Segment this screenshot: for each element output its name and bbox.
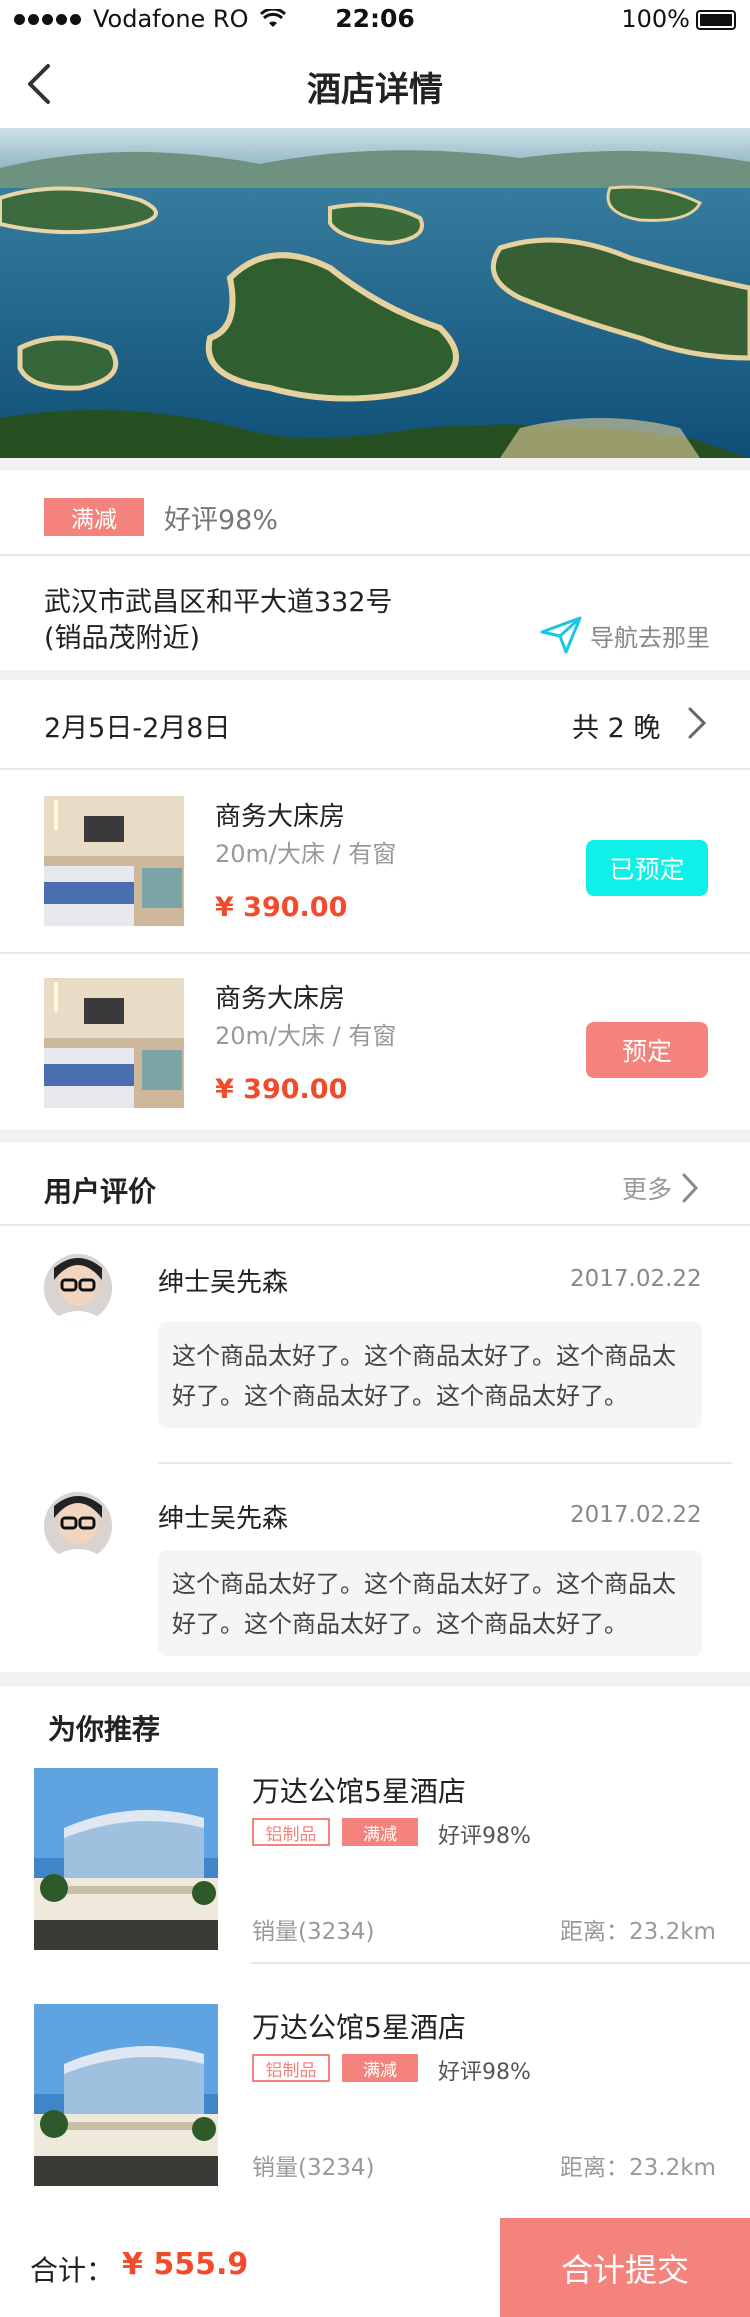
stay-dates: 2月5日-2月8日: [44, 713, 231, 744]
navigate-label: 导航去那里: [590, 623, 710, 652]
battery-icon: [696, 10, 736, 30]
hotel-hero-image: [0, 128, 750, 458]
review-date: 2017.02.22: [570, 1502, 702, 1528]
reviews-section: 用户评价 更多 绅士吴先森 2017.02.22 这个商品太好了。这个商品太好了…: [0, 1142, 750, 1672]
date-selector[interactable]: 2月5日-2月8日 共 2 晚: [0, 680, 750, 768]
promo-tag: 满减: [342, 1818, 418, 1846]
recommend-item[interactable]: 万达公馆5星酒店 铝制品 满减 好评98% 销量(3234) 距离：23.2km: [0, 1768, 750, 1968]
room-spec: 20m/大床 / 有窗: [215, 1022, 397, 1050]
navigate-button[interactable]: 导航去那里: [540, 616, 710, 654]
room-name: 商务大床房: [215, 802, 346, 832]
avatar: [44, 1492, 112, 1560]
room-item[interactable]: 商务大床房 20m/大床 / 有窗 ¥ 390.00 预定: [0, 954, 750, 1130]
total-value: ¥ 555.9: [122, 2247, 249, 2282]
tag-outline: 铝制品: [252, 2054, 330, 2082]
night-count: 共 2 晚: [572, 713, 661, 744]
review-text: 这个商品太好了。这个商品太好了。这个商品太好了。这个商品太好了。这个商品太好了。: [158, 1550, 702, 1656]
hotel-address-landmark: (销品茂附近): [44, 623, 201, 654]
reviewer-name: 绅士吴先森: [158, 1268, 289, 1298]
room-name: 商务大床房: [215, 984, 346, 1014]
distance: 距离：23.2km: [560, 2155, 716, 2181]
sales-count: 销量(3234): [252, 2155, 375, 2181]
hotel-thumbnail: [34, 1768, 218, 1950]
sales-count: 销量(3234): [252, 1919, 375, 1945]
hotel-thumbnail: [34, 2004, 218, 2186]
booked-button[interactable]: 已预定: [586, 840, 708, 896]
status-bar: Vodafone RO 22:06 100%: [0, 0, 750, 40]
more-reviews-link[interactable]: 更多: [622, 1170, 700, 1206]
divider: [158, 1462, 732, 1464]
chevron-right-icon: [682, 1173, 699, 1203]
hotel-name: 万达公馆5星酒店: [252, 2011, 466, 2044]
total-label: 合计：: [30, 2254, 115, 2287]
room-thumbnail: [44, 978, 184, 1108]
avatar: [44, 1254, 112, 1322]
divider: [250, 1962, 750, 1964]
section-title: 用户评价: [44, 1175, 157, 1208]
hotel-address: 武汉市武昌区和平大道332号: [44, 587, 393, 618]
hotel-info-card: 满减 好评98% 武汉市武昌区和平大道332号 (销品茂附近) 导航去那里: [0, 470, 750, 670]
room-thumbnail: [44, 796, 184, 926]
divider: [0, 1224, 750, 1226]
navigation-arrow-icon: [540, 616, 582, 654]
submit-button[interactable]: 合计提交: [500, 2218, 750, 2317]
promo-tag: 满减: [342, 2054, 418, 2082]
room-price: ¥ 390.00: [215, 1074, 348, 1105]
navigation-bar: 酒店详情: [0, 40, 750, 128]
hotel-name: 万达公馆5星酒店: [252, 1775, 466, 1808]
book-button[interactable]: 预定: [586, 1022, 708, 1078]
room-item[interactable]: 商务大床房 20m/大床 / 有窗 ¥ 390.00 已预定: [0, 770, 750, 950]
battery-percent: 100%: [621, 5, 690, 33]
tag-outline: 铝制品: [252, 1818, 330, 1846]
room-price: ¥ 390.00: [215, 892, 348, 923]
section-title: 为你推荐: [48, 1713, 161, 1746]
review-date: 2017.02.22: [570, 1266, 702, 1292]
room-spec: 20m/大床 / 有窗: [215, 840, 397, 868]
chevron-right-icon: [688, 707, 707, 739]
reviewer-name: 绅士吴先森: [158, 1504, 289, 1534]
divider: [0, 554, 750, 556]
recommend-section: 为你推荐 万达公馆5星酒店 铝制品 满减 好评98% 销量(3234) 距离：2…: [0, 1686, 750, 2217]
hotel-rating: 好评98%: [438, 1824, 531, 1849]
hotel-rating: 好评98%: [438, 2060, 531, 2085]
more-label: 更多: [622, 1175, 673, 1204]
page-title: 酒店详情: [307, 70, 443, 110]
room-list: 商务大床房 20m/大床 / 有窗 ¥ 390.00 已预定 商务大床房 20m…: [0, 770, 750, 1130]
hotel-rating: 好评98%: [164, 505, 279, 536]
promo-tag: 满减: [44, 498, 144, 536]
distance: 距离：23.2km: [560, 1919, 716, 1945]
review-text: 这个商品太好了。这个商品太好了。这个商品太好了。这个商品太好了。这个商品太好了。: [158, 1322, 702, 1428]
recommend-item[interactable]: 万达公馆5星酒店 铝制品 满减 好评98% 销量(3234) 距离：23.2km: [0, 2004, 750, 2204]
